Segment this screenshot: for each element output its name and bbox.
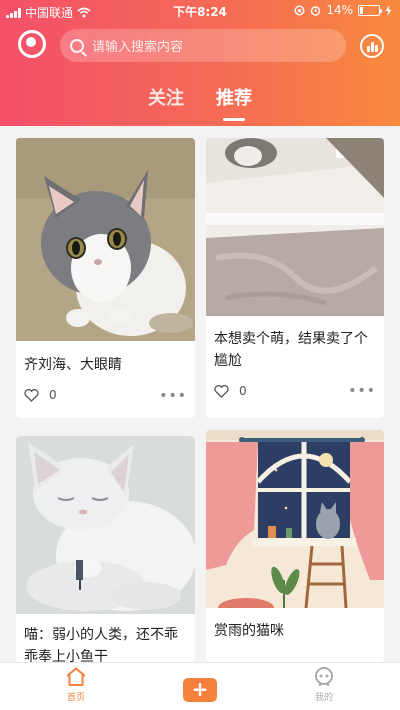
message-icon[interactable] [360,34,384,58]
heart-icon [214,384,229,398]
more-icon[interactable]: ••• [348,383,376,399]
tab-follow[interactable]: 关注 [148,84,184,110]
battery-icon [358,4,382,16]
feed-tabs: 关注 推荐 [0,84,400,124]
card-title: 喵：弱小的人类，还不乖乖奉上小鱼干 [24,627,178,662]
profile-icon [315,667,333,686]
search-placeholder: 请输入搜索内容 [92,40,184,55]
home-icon [66,667,86,686]
add-post-button[interactable]: + [183,678,217,702]
feed-card[interactable]: 本想卖个萌，结果卖了个尴尬 0 ••• [206,138,384,418]
nav-home[interactable]: 首页 [46,667,106,703]
cat-photo [16,138,195,341]
feed-card[interactable]: 齐刘海、大眼睛 0 ••• [16,138,195,418]
cat-photo [206,138,384,316]
card-title: 赏雨的猫咪 [214,623,284,639]
tab-recommend[interactable]: 推荐 [216,84,252,110]
card-title: 本想卖个萌，结果卖了个尴尬 [214,331,368,369]
cat-illustration [206,430,384,608]
feed-card[interactable]: 喵：弱小的人类，还不乖乖奉上小鱼干 [16,436,195,662]
cat-illustration [16,436,195,614]
header: 中国联通 下午8:24 14% 请输入搜索内容 关注 推荐 [0,0,400,126]
nav-me[interactable]: 我的 [294,667,354,703]
nav-home-label: 首页 [66,693,85,703]
bottom-nav: 首页 + 我的 [0,662,400,710]
alarm-icon [311,5,321,16]
feed-card[interactable]: 赏雨的猫咪 [206,430,384,662]
search-icon [70,38,84,53]
battery-percent: 14% [326,3,353,17]
tab-active-indicator [223,118,245,121]
heart-icon [24,388,39,402]
rotation-lock-icon [294,4,305,16]
like-count: 0 [49,388,57,402]
like-count: 0 [239,384,247,398]
app-logo-icon[interactable] [18,30,46,58]
like-button[interactable]: 0 [24,388,57,402]
search-bar[interactable]: 请输入搜索内容 [60,29,346,62]
nav-me-label: 我的 [314,693,333,703]
charging-icon [385,4,392,16]
like-button[interactable]: 0 [214,384,247,398]
more-icon[interactable]: ••• [159,388,187,404]
status-bar: 中国联通 下午8:24 14% [0,0,400,22]
card-title: 齐刘海、大眼睛 [24,357,122,373]
